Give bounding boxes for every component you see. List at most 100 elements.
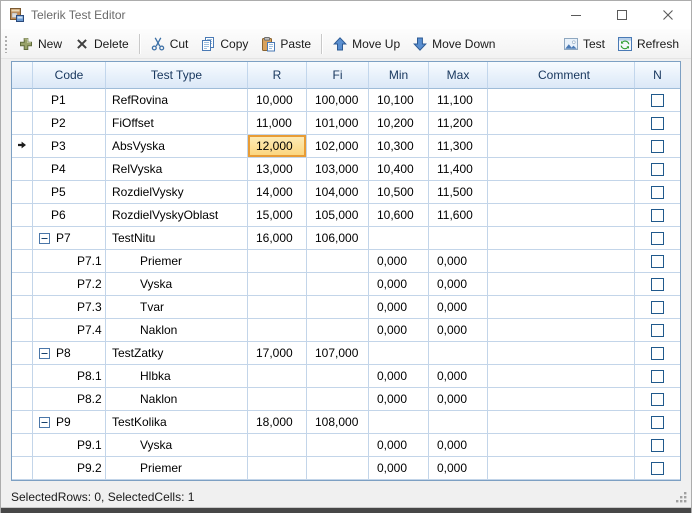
cell-n[interactable]: [635, 112, 680, 135]
toolbar-grip-icon[interactable]: [4, 34, 8, 53]
cell-fi[interactable]: 108,000: [307, 411, 369, 434]
cell-fi[interactable]: 102,000: [307, 135, 369, 158]
cell-code[interactable]: P9: [33, 411, 106, 434]
cell-n[interactable]: [635, 296, 680, 319]
cell-min[interactable]: 0,000: [369, 457, 429, 480]
cell-test-type[interactable]: Hlbka: [106, 365, 248, 388]
toolbar-button-move-up[interactable]: Move Up: [327, 33, 405, 55]
cell-n[interactable]: [635, 342, 680, 365]
cell-r[interactable]: [248, 250, 307, 273]
row-checkbox[interactable]: [651, 162, 664, 176]
cell-max[interactable]: 11,400: [429, 158, 488, 181]
cell-fi[interactable]: 101,000: [307, 112, 369, 135]
cell-min[interactable]: 0,000: [369, 250, 429, 273]
cell-comment[interactable]: [488, 457, 635, 480]
cell-max[interactable]: 0,000: [429, 434, 488, 457]
cell-fi[interactable]: 104,000: [307, 181, 369, 204]
cell-test-type[interactable]: Vyska: [106, 434, 248, 457]
cell-fi[interactable]: [307, 457, 369, 480]
cell-n[interactable]: [635, 250, 680, 273]
cell-n[interactable]: [635, 319, 680, 342]
cell-min[interactable]: [369, 411, 429, 434]
row-checkbox[interactable]: [651, 415, 664, 429]
grid-row-P7.2[interactable]: P7.2 Vyska 0,000 0,000: [12, 273, 680, 296]
cell-r[interactable]: [248, 273, 307, 296]
cell-code[interactable]: P8.1: [33, 365, 106, 388]
grid-row-P8[interactable]: P8 TestZatky 17,000 107,000: [12, 342, 680, 365]
cell-r[interactable]: [248, 365, 307, 388]
cell-max[interactable]: 11,300: [429, 135, 488, 158]
cell-min[interactable]: [369, 342, 429, 365]
cell-comment[interactable]: [488, 112, 635, 135]
cell-code[interactable]: P3: [33, 135, 106, 158]
cell-comment[interactable]: [488, 135, 635, 158]
cell-code[interactable]: P7.1: [33, 250, 106, 273]
cell-min[interactable]: 0,000: [369, 388, 429, 411]
cell-r[interactable]: 17,000: [248, 342, 307, 365]
cell-max[interactable]: 0,000: [429, 273, 488, 296]
row-checkbox[interactable]: [651, 277, 664, 291]
column-header-comment[interactable]: Comment: [488, 62, 635, 89]
cell-n[interactable]: [635, 273, 680, 296]
toolbar-button-new[interactable]: New: [13, 33, 67, 55]
cell-max[interactable]: 0,000: [429, 457, 488, 480]
grid-row-P7[interactable]: P7 TestNitu 16,000 106,000: [12, 227, 680, 250]
cell-fi[interactable]: [307, 388, 369, 411]
minimize-button[interactable]: [553, 1, 599, 29]
cell-comment[interactable]: [488, 158, 635, 181]
row-checkbox[interactable]: [651, 185, 664, 199]
cell-fi[interactable]: [307, 365, 369, 388]
toolbar-button-move-down[interactable]: Move Down: [407, 33, 500, 55]
cell-code[interactable]: P6: [33, 204, 106, 227]
cell-r[interactable]: [248, 296, 307, 319]
cell-test-type[interactable]: Tvar: [106, 296, 248, 319]
grid-row-P8.1[interactable]: P8.1 Hlbka 0,000 0,000: [12, 365, 680, 388]
collapse-toggle-icon[interactable]: [39, 232, 50, 244]
grid-row-P9.2[interactable]: P9.2 Priemer 0,000 0,000: [12, 457, 680, 480]
cell-code[interactable]: P7: [33, 227, 106, 250]
cell-comment[interactable]: [488, 388, 635, 411]
toolbar-button-copy[interactable]: Copy: [195, 33, 253, 55]
toolbar-button-refresh[interactable]: Refresh: [612, 33, 684, 55]
cell-n[interactable]: [635, 434, 680, 457]
grid-row-P3[interactable]: P3 AbsVyska 12,000 102,000 10,300 11,300: [12, 135, 680, 158]
column-header-max[interactable]: Max: [429, 62, 488, 89]
cell-fi[interactable]: 107,000: [307, 342, 369, 365]
row-checkbox[interactable]: [651, 208, 664, 222]
cell-max[interactable]: 0,000: [429, 250, 488, 273]
cell-test-type[interactable]: TestZatky: [106, 342, 248, 365]
cell-test-type[interactable]: RozdielVysky: [106, 181, 248, 204]
row-checkbox[interactable]: [651, 369, 664, 383]
cell-test-type[interactable]: AbsVyska: [106, 135, 248, 158]
cell-test-type[interactable]: TestNitu: [106, 227, 248, 250]
cell-code[interactable]: P8: [33, 342, 106, 365]
cell-fi[interactable]: [307, 434, 369, 457]
row-checkbox[interactable]: [651, 254, 664, 268]
cell-r[interactable]: 18,000: [248, 411, 307, 434]
column-header-type[interactable]: Test Type: [106, 62, 248, 89]
grid-row-P7.3[interactable]: P7.3 Tvar 0,000 0,000: [12, 296, 680, 319]
cell-min[interactable]: 0,000: [369, 296, 429, 319]
cell-max[interactable]: 0,000: [429, 296, 488, 319]
cell-r[interactable]: 13,000: [248, 158, 307, 181]
cell-comment[interactable]: [488, 319, 635, 342]
cell-r[interactable]: [248, 388, 307, 411]
row-checkbox[interactable]: [651, 392, 664, 406]
cell-min[interactable]: 0,000: [369, 319, 429, 342]
grid-row-P7.4[interactable]: P7.4 Naklon 0,000 0,000: [12, 319, 680, 342]
cell-max[interactable]: 0,000: [429, 319, 488, 342]
grid-row-P8.2[interactable]: P8.2 Naklon 0,000 0,000: [12, 388, 680, 411]
row-checkbox[interactable]: [651, 93, 664, 107]
cell-code[interactable]: P1: [33, 89, 106, 112]
cell-test-type[interactable]: RelVyska: [106, 158, 248, 181]
cell-n[interactable]: [635, 89, 680, 112]
cell-r[interactable]: 15,000: [248, 204, 307, 227]
column-header-r[interactable]: R: [248, 62, 307, 89]
row-checkbox[interactable]: [651, 346, 664, 360]
column-header-indicator[interactable]: [12, 62, 33, 89]
cell-max[interactable]: 11,100: [429, 89, 488, 112]
cell-comment[interactable]: [488, 250, 635, 273]
cell-min[interactable]: [369, 227, 429, 250]
cell-code[interactable]: P9.1: [33, 434, 106, 457]
row-checkbox[interactable]: [651, 438, 664, 452]
